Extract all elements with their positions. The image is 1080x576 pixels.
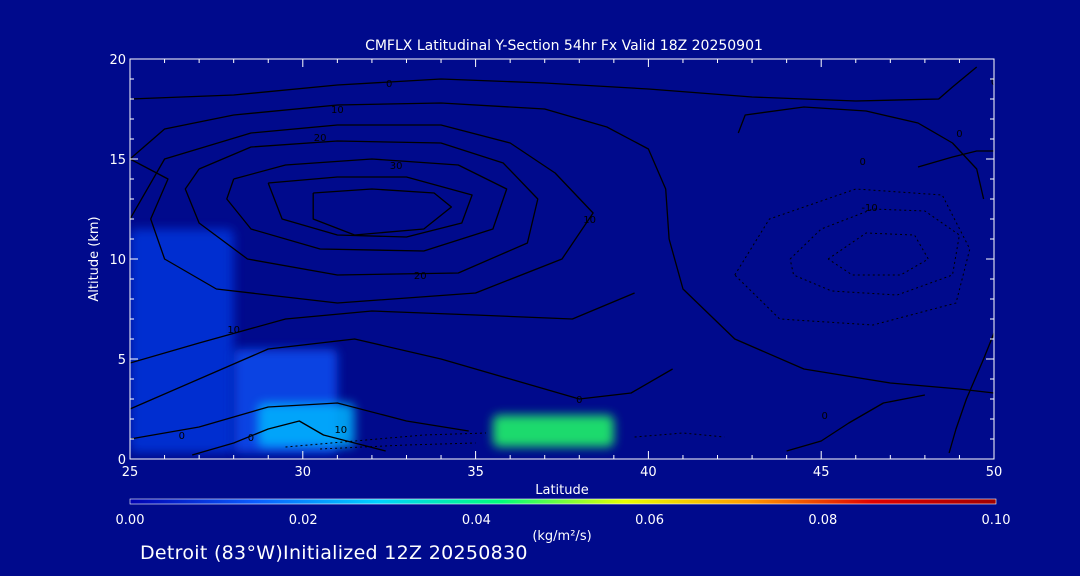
contour-label: 0 <box>576 395 582 406</box>
contour-line <box>184 140 539 276</box>
contour-line <box>786 394 926 452</box>
x-tick-label: 45 <box>813 465 830 480</box>
footer-caption: Detroit (83°W)Initialized 12Z 20250830 <box>140 542 528 564</box>
y-tick-label: 15 <box>109 153 126 168</box>
colorbar-ticks: 0.00 0.02 0.04 0.06 0.08 0.10 <box>116 513 1011 528</box>
contour-label: 0 <box>248 433 254 444</box>
contour-line <box>737 106 985 200</box>
contour-label: 10 <box>334 425 347 436</box>
contour-label: 0 <box>821 411 827 422</box>
colorbar-tick-label: 0.02 <box>289 513 318 528</box>
colorbar <box>129 498 997 505</box>
contour-label: 0 <box>386 79 392 90</box>
y-axis-label: Altitude (km) <box>87 216 102 301</box>
contour-label: 10 <box>583 215 596 226</box>
colorbar-tick-label: 0.10 <box>982 513 1011 528</box>
contour-line <box>226 158 508 252</box>
contour-line-negative <box>789 208 960 296</box>
contour-label: -10 <box>861 203 877 214</box>
shaded-region <box>492 415 614 447</box>
contour-label: 10 <box>331 105 344 116</box>
x-tick-label: 50 <box>986 465 1003 480</box>
x-tick-label: 40 <box>640 465 657 480</box>
x-axis-label: Latitude <box>535 483 589 498</box>
colorbar-tick-label: 0.06 <box>635 513 664 528</box>
contour-label: 0 <box>179 431 185 442</box>
contour-line <box>948 332 994 454</box>
contour-line-negative <box>634 432 725 438</box>
contour-line-negative <box>827 232 929 276</box>
contour-line <box>312 188 453 236</box>
contour-line <box>130 66 978 102</box>
contour-label: 20 <box>314 133 327 144</box>
shaded-field <box>130 229 614 453</box>
contour-label: 0 <box>956 129 962 140</box>
chart-canvas: CMFLX Latitudinal Y-Section 54hr Fx Vali… <box>87 38 1011 544</box>
y-tick-label: 10 <box>109 253 126 268</box>
contour-label: 0 <box>859 157 865 168</box>
y-tick-label: 5 <box>118 353 126 368</box>
x-tick-label: 35 <box>467 465 484 480</box>
colorbar-tick-label: 0.04 <box>462 513 491 528</box>
contour-label: 20 <box>414 271 427 282</box>
contour-label: 10 <box>227 325 240 336</box>
contour-line <box>917 150 994 168</box>
y-tick-label: 0 <box>118 453 126 468</box>
y-tick-label: 20 <box>109 53 126 68</box>
shaded-region <box>130 229 234 453</box>
x-tick-label: 30 <box>295 465 312 480</box>
contour-line <box>267 176 473 238</box>
contour-line-negative <box>734 188 971 326</box>
colorbar-unit-label: (kg/m²/s) <box>532 529 591 544</box>
colorbar-tick-label: 0.08 <box>808 513 837 528</box>
contour-label: 30 <box>390 161 403 172</box>
colorbar-tick-label: 0.00 <box>116 513 145 528</box>
chart-title: CMFLX Latitudinal Y-Section 54hr Fx Vali… <box>365 38 763 54</box>
